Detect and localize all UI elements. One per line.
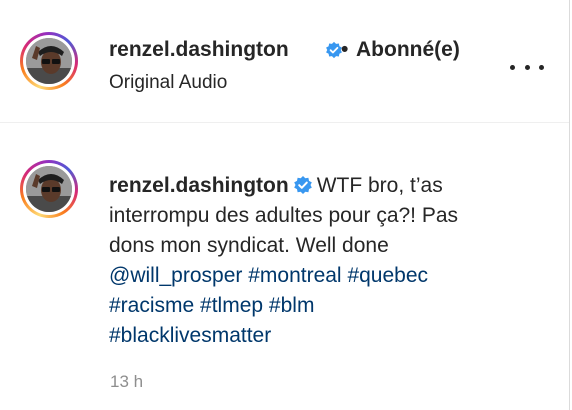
follow-status-button[interactable]: Abonné(e) <box>356 38 460 62</box>
more-options-icon[interactable] <box>510 58 544 76</box>
comment-text: renzel.dashington WTF bro, t’as interrom… <box>109 171 549 351</box>
profile-photo-icon <box>26 38 72 84</box>
header-username[interactable]: renzel.dashington <box>109 38 289 62</box>
post-header: renzel.dashington • Abonné(e) Original A… <box>0 0 569 123</box>
separator-dot: • <box>341 38 349 61</box>
hashtag-link[interactable]: #montreal <box>248 264 341 287</box>
hashtag-link[interactable]: #quebec <box>347 264 428 287</box>
hashtag-link[interactable]: #racisme <box>109 294 194 317</box>
hashtag-link[interactable]: #blm <box>269 294 315 317</box>
comment-line: dons mon syndicat. Well done <box>109 234 389 257</box>
hashtag-link[interactable]: #tlmep <box>200 294 263 317</box>
comment-timestamp[interactable]: 13 h <box>110 372 143 392</box>
panel-border <box>569 0 570 410</box>
avatar[interactable] <box>20 32 78 90</box>
comment-line: WTF bro, t’as <box>316 174 443 197</box>
hashtag-link[interactable]: #blacklivesmatter <box>109 324 271 347</box>
profile-photo-icon <box>26 166 72 212</box>
comment-username[interactable]: renzel.dashington <box>109 174 289 197</box>
comment-line: interrompu des adultes pour ça?! Pas <box>109 204 459 227</box>
audio-label-link[interactable]: Original Audio <box>109 72 227 94</box>
verified-badge-icon <box>293 176 312 194</box>
mention-link[interactable]: @will_prosper <box>109 264 242 287</box>
comment-avatar[interactable] <box>20 160 78 218</box>
